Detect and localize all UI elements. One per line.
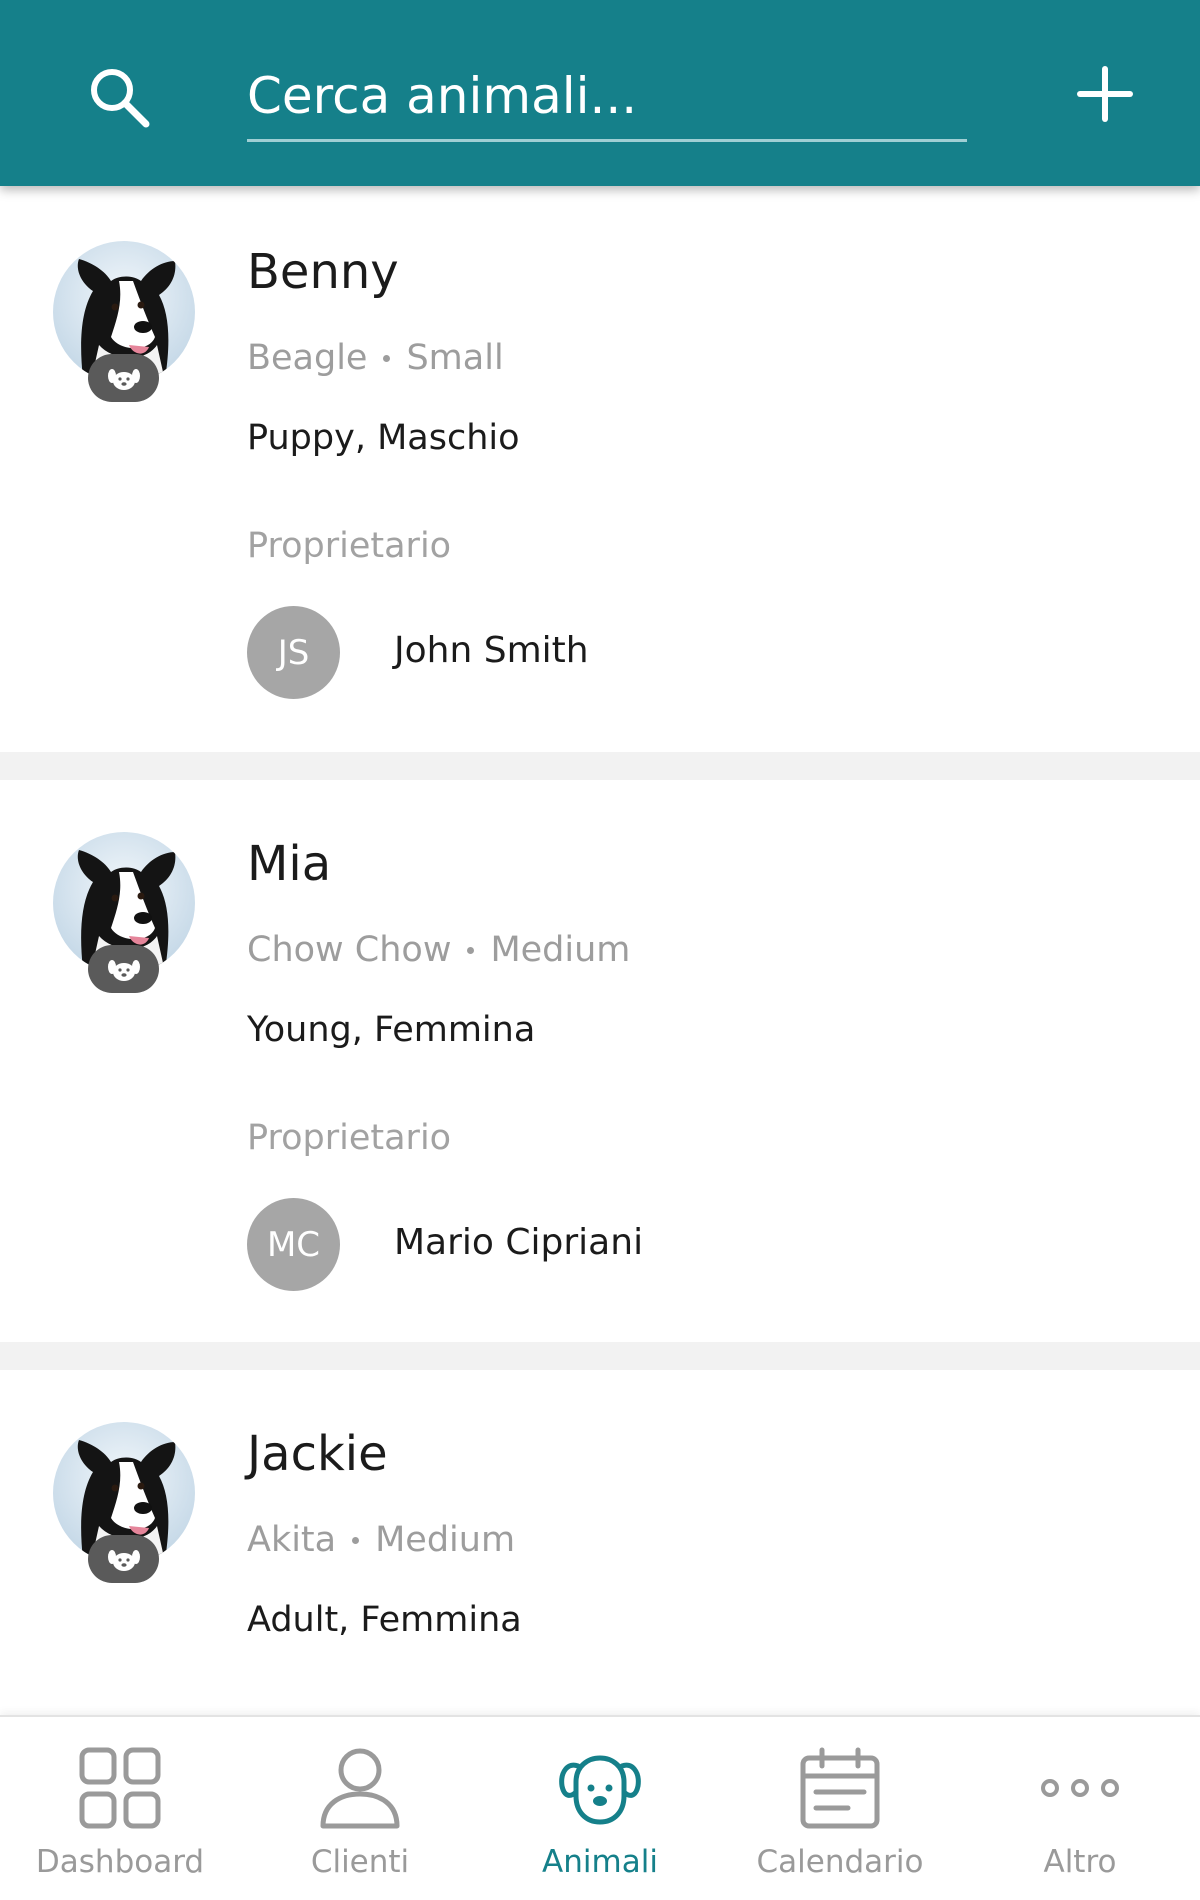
pet-breed: Beagle	[247, 338, 368, 378]
owner-name[interactable]: John Smith	[394, 630, 589, 671]
top-app-bar	[0, 0, 1200, 186]
pet-details: Adult, Femmina	[247, 1600, 522, 1640]
owner-name[interactable]: Mario Cipriani	[394, 1222, 643, 1263]
nav-label: Animali	[542, 1844, 658, 1880]
separator-dot	[352, 1536, 360, 1544]
more-icon	[1041, 1779, 1119, 1797]
pet-details: Young, Femmina	[247, 1010, 536, 1050]
nav-item-calendario[interactable]: Calendario	[720, 1717, 960, 1900]
dog-badge-icon	[88, 945, 159, 993]
nav-item-altro[interactable]: Altro	[960, 1717, 1200, 1900]
pet-card[interactable]: Benny Beagle Small Puppy, Maschio Propri…	[0, 186, 1200, 752]
pet-size: Medium	[375, 1520, 516, 1560]
calendar-icon	[800, 1747, 880, 1829]
pet-avatar	[53, 241, 195, 402]
pet-size: Small	[406, 338, 504, 378]
pet-name: Mia	[247, 836, 332, 892]
plus-icon[interactable]	[1076, 65, 1134, 123]
pet-breed-size: Chow Chow Medium	[247, 930, 630, 970]
dog-badge-icon	[88, 354, 159, 402]
pet-card[interactable]: Mia Chow Chow Medium Young, Femmina Prop…	[0, 780, 1200, 1342]
dog-icon	[559, 1755, 641, 1825]
pet-avatar	[53, 1422, 195, 1583]
person-icon	[320, 1748, 400, 1829]
nav-label: Calendario	[756, 1844, 924, 1880]
pet-avatar	[53, 832, 195, 993]
pet-name: Benny	[247, 244, 399, 300]
nav-label: Clienti	[310, 1844, 410, 1880]
pet-breed: Chow Chow	[247, 930, 452, 970]
owner-avatar[interactable]: JS	[247, 606, 340, 699]
separator-dot	[383, 354, 391, 362]
owner-label: Proprietario	[247, 1118, 452, 1158]
search-input[interactable]	[247, 56, 967, 136]
pet-name: Jackie	[247, 1426, 388, 1482]
search-icon[interactable]	[86, 64, 152, 130]
nav-label: Dashboard	[35, 1844, 205, 1880]
pet-card[interactable]: Jackie Akita Medium Adult, Femmina	[0, 1370, 1200, 1715]
separator-dot	[467, 946, 475, 954]
pet-breed-size: Akita Medium	[247, 1520, 515, 1560]
search-field[interactable]	[247, 56, 967, 142]
pet-breed: Akita	[247, 1520, 337, 1560]
pet-size: Medium	[490, 930, 631, 970]
nav-item-dashboard[interactable]: Dashboard	[0, 1717, 240, 1900]
pet-breed-size: Beagle Small	[247, 338, 504, 378]
nav-item-clienti[interactable]: Clienti	[240, 1717, 480, 1900]
nav-item-animali[interactable]: Animali	[480, 1717, 720, 1900]
owner-avatar[interactable]: MC	[247, 1198, 340, 1291]
pet-details: Puppy, Maschio	[247, 418, 520, 458]
dog-badge-icon	[88, 1535, 159, 1583]
owner-label: Proprietario	[247, 526, 452, 566]
grid-icon	[79, 1747, 161, 1829]
bottom-navigation: Dashboard Clienti Animali Calendario Alt…	[0, 1715, 1200, 1900]
nav-label: Altro	[1043, 1844, 1117, 1880]
app-root: Benny Beagle Small Puppy, Maschio Propri…	[0, 0, 1200, 1900]
